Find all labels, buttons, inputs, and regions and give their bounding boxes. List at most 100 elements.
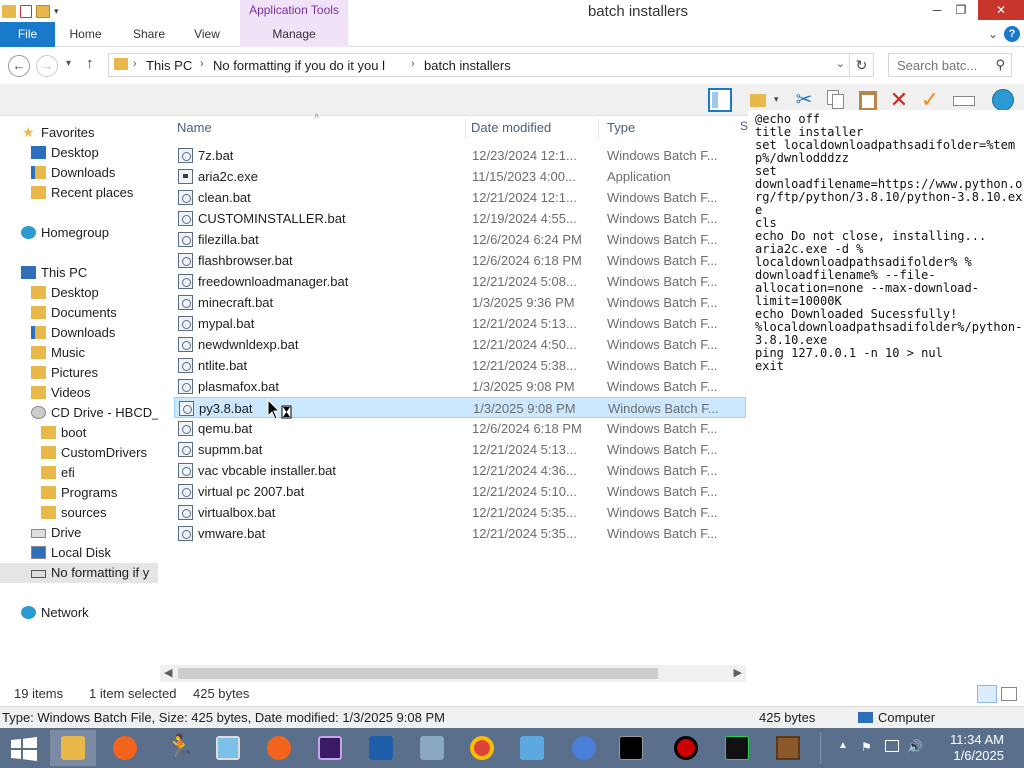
qat-dropdown-icon[interactable]: ▾ xyxy=(54,6,59,17)
horizontal-scrollbar[interactable]: ◀ ▶ xyxy=(160,665,746,682)
column-header-date[interactable]: Date modified xyxy=(463,119,599,139)
tray-overflow-icon[interactable]: ▲ xyxy=(838,740,848,751)
file-row[interactable]: virtualbox.bat 12/21/2024 5:35... Windows … xyxy=(174,502,746,523)
breadcrumb-separator-icon[interactable]: › xyxy=(200,58,204,70)
nav-cd-drive[interactable]: CD Drive - HBCD_ xyxy=(0,403,158,423)
taskbar-terminal[interactable] xyxy=(714,730,760,766)
large-icons-view-icon[interactable] xyxy=(1001,687,1017,701)
search-box[interactable]: ⚲ xyxy=(888,53,1012,77)
scrollbar-thumb[interactable] xyxy=(178,668,658,679)
file-row[interactable]: supmm.bat 12/21/2024 5:13... Windows Batch… xyxy=(174,439,746,460)
nav-thispc-pictures[interactable]: Pictures xyxy=(0,363,158,383)
nav-folder-boot[interactable]: boot xyxy=(0,423,158,443)
nav-folder-efi[interactable]: efi xyxy=(0,463,158,483)
tab-share[interactable]: Share xyxy=(124,22,174,47)
new-folder-icon[interactable] xyxy=(748,88,772,112)
nav-favorites-desktop[interactable]: Desktop xyxy=(0,143,158,163)
nav-thispc-desktop[interactable]: Desktop xyxy=(0,283,158,303)
file-row[interactable]: newdwnldexp.bat 12/21/2024 4:50... Windows… xyxy=(174,334,746,355)
scroll-left-icon[interactable]: ◀ xyxy=(164,666,172,679)
breadcrumb-separator-icon[interactable]: › xyxy=(411,58,415,70)
file-row[interactable]: mypal.bat 12/21/2024 5:13... Windows Batch… xyxy=(174,313,746,334)
taskbar-browser[interactable] xyxy=(561,730,607,766)
nav-recent-places[interactable]: Recent places xyxy=(0,183,158,203)
tab-manage[interactable]: Manage xyxy=(240,22,348,47)
taskbar-cpu-app[interactable] xyxy=(307,730,353,766)
file-row[interactable]: aria2c.exe 11/15/2023 4:00... Application xyxy=(174,166,746,187)
nav-network[interactable]: Network xyxy=(0,603,158,623)
address-bar[interactable]: › This PC › No formatting if you do it y… xyxy=(108,53,850,77)
column-header-name[interactable]: Name xyxy=(169,119,466,139)
scroll-right-icon[interactable]: ▶ xyxy=(734,666,742,679)
file-row[interactable]: filezilla.bat 12/6/2024 6:24 PM Windows Ba… xyxy=(174,229,746,250)
nav-thispc-videos[interactable]: Videos xyxy=(0,383,158,403)
file-row[interactable]: CUSTOMINSTALLER.bat 12/19/2024 4:55... Win… xyxy=(174,208,746,229)
folder-icon[interactable] xyxy=(2,4,16,18)
nav-homegroup[interactable]: Homegroup xyxy=(0,223,158,243)
nav-drive[interactable]: Drive xyxy=(0,523,158,543)
search-icon[interactable]: ⚲ xyxy=(995,57,1005,73)
taskbar-settings-app[interactable] xyxy=(409,730,455,766)
taskbar-recorder[interactable] xyxy=(663,730,709,766)
back-button[interactable]: ← xyxy=(8,55,30,77)
refresh-button[interactable]: ↻ xyxy=(850,53,874,77)
nav-this-pc[interactable]: This PC xyxy=(0,263,158,283)
dropdown-icon[interactable]: ▾ xyxy=(774,94,779,105)
column-header-type[interactable]: Type xyxy=(599,119,746,139)
nav-folder-programs[interactable]: Programs xyxy=(0,483,158,503)
preview-pane-toggle[interactable] xyxy=(708,88,732,112)
file-row[interactable]: flashbrowser.bat 12/6/2024 6:18 PM Windows… xyxy=(174,250,746,271)
nav-thispc-music[interactable]: Music xyxy=(0,343,158,363)
taskbar-minecraft[interactable] xyxy=(765,730,811,766)
taskbar-firefox-2[interactable] xyxy=(256,730,302,766)
nav-favorites-downloads[interactable]: Downloads xyxy=(0,163,158,183)
cut-icon[interactable]: ✂ xyxy=(792,88,816,112)
breadcrumb-separator-icon[interactable]: › xyxy=(133,58,137,70)
file-row[interactable]: ntlite.bat 12/21/2024 5:38... Windows Batc… xyxy=(174,355,746,376)
tab-view[interactable]: View xyxy=(182,22,232,47)
file-row[interactable]: vac vbcable installer.bat 12/21/2024 4:36… xyxy=(174,460,746,481)
file-row[interactable]: qemu.bat 12/6/2024 6:18 PM Windows Batch F… xyxy=(174,418,746,439)
nav-favorites[interactable]: ★ Favorites xyxy=(0,123,158,143)
nav-local-disk[interactable]: Local Disk xyxy=(0,543,158,563)
nav-folder-sources[interactable]: sources xyxy=(0,503,158,523)
flag-icon[interactable]: ⚑ xyxy=(861,740,872,754)
file-row[interactable]: 7z.bat 12/23/2024 12:1... Windows Batch F.… xyxy=(174,145,746,166)
taskbar-chrome[interactable] xyxy=(459,730,505,766)
taskbar-file-explorer[interactable] xyxy=(50,730,96,766)
file-row[interactable]: virtual pc 2007.bat 12/21/2024 5:10... Win… xyxy=(174,481,746,502)
maximize-button[interactable]: ❐ xyxy=(946,0,976,20)
breadcrumb-drive[interactable]: No formatting if you do it you l xyxy=(213,58,385,73)
file-row[interactable]: freedownloadmanager.bat 12/21/2024 5:08..… xyxy=(174,271,746,292)
taskbar-image-viewer[interactable] xyxy=(205,730,251,766)
taskbar-runner-app[interactable]: 🏃 xyxy=(154,730,200,766)
volume-icon[interactable]: 🔊 xyxy=(907,739,923,755)
search-input[interactable] xyxy=(889,54,989,76)
chevron-down-icon[interactable]: ⌄ xyxy=(988,27,998,41)
nav-folder-customdrivers[interactable]: CustomDrivers xyxy=(0,443,158,463)
tab-home[interactable]: Home xyxy=(58,22,113,47)
file-row[interactable]: plasmafox.bat 1/3/2025 9:08 PM Windows Bat… xyxy=(174,376,746,397)
tab-file[interactable]: File xyxy=(0,22,55,47)
properties-icon[interactable] xyxy=(20,4,32,18)
address-dropdown-icon[interactable]: ⌄ xyxy=(836,57,845,70)
paste-icon[interactable] xyxy=(856,88,880,112)
network-tray-icon[interactable] xyxy=(885,740,899,752)
file-row[interactable]: vmware.bat 12/21/2024 5:35... Windows Batc… xyxy=(174,523,746,544)
copy-icon[interactable] xyxy=(824,88,848,112)
clock[interactable]: 11:34 AM 1/6/2025 xyxy=(934,732,1004,764)
close-button[interactable]: ✕ xyxy=(978,0,1024,20)
taskbar-firefox[interactable] xyxy=(102,730,148,766)
rename-icon[interactable] xyxy=(952,88,976,112)
breadcrumb-current-folder[interactable]: batch installers xyxy=(424,58,511,73)
start-button[interactable] xyxy=(0,730,46,766)
nav-thispc-downloads[interactable]: Downloads xyxy=(0,323,158,343)
taskbar-powershell[interactable] xyxy=(358,730,404,766)
checkmark-icon[interactable]: ✓ xyxy=(918,88,942,112)
taskbar-command-prompt[interactable] xyxy=(608,730,654,766)
file-row[interactable]: minecraft.bat 1/3/2025 9:36 PM Windows Bat… xyxy=(174,292,746,313)
recent-locations-icon[interactable]: ▾ xyxy=(66,58,71,69)
taskbar-control-panel[interactable] xyxy=(509,730,555,766)
nav-no-formatting-drive[interactable]: No formatting if y xyxy=(0,563,158,583)
new-folder-icon[interactable] xyxy=(36,4,50,18)
